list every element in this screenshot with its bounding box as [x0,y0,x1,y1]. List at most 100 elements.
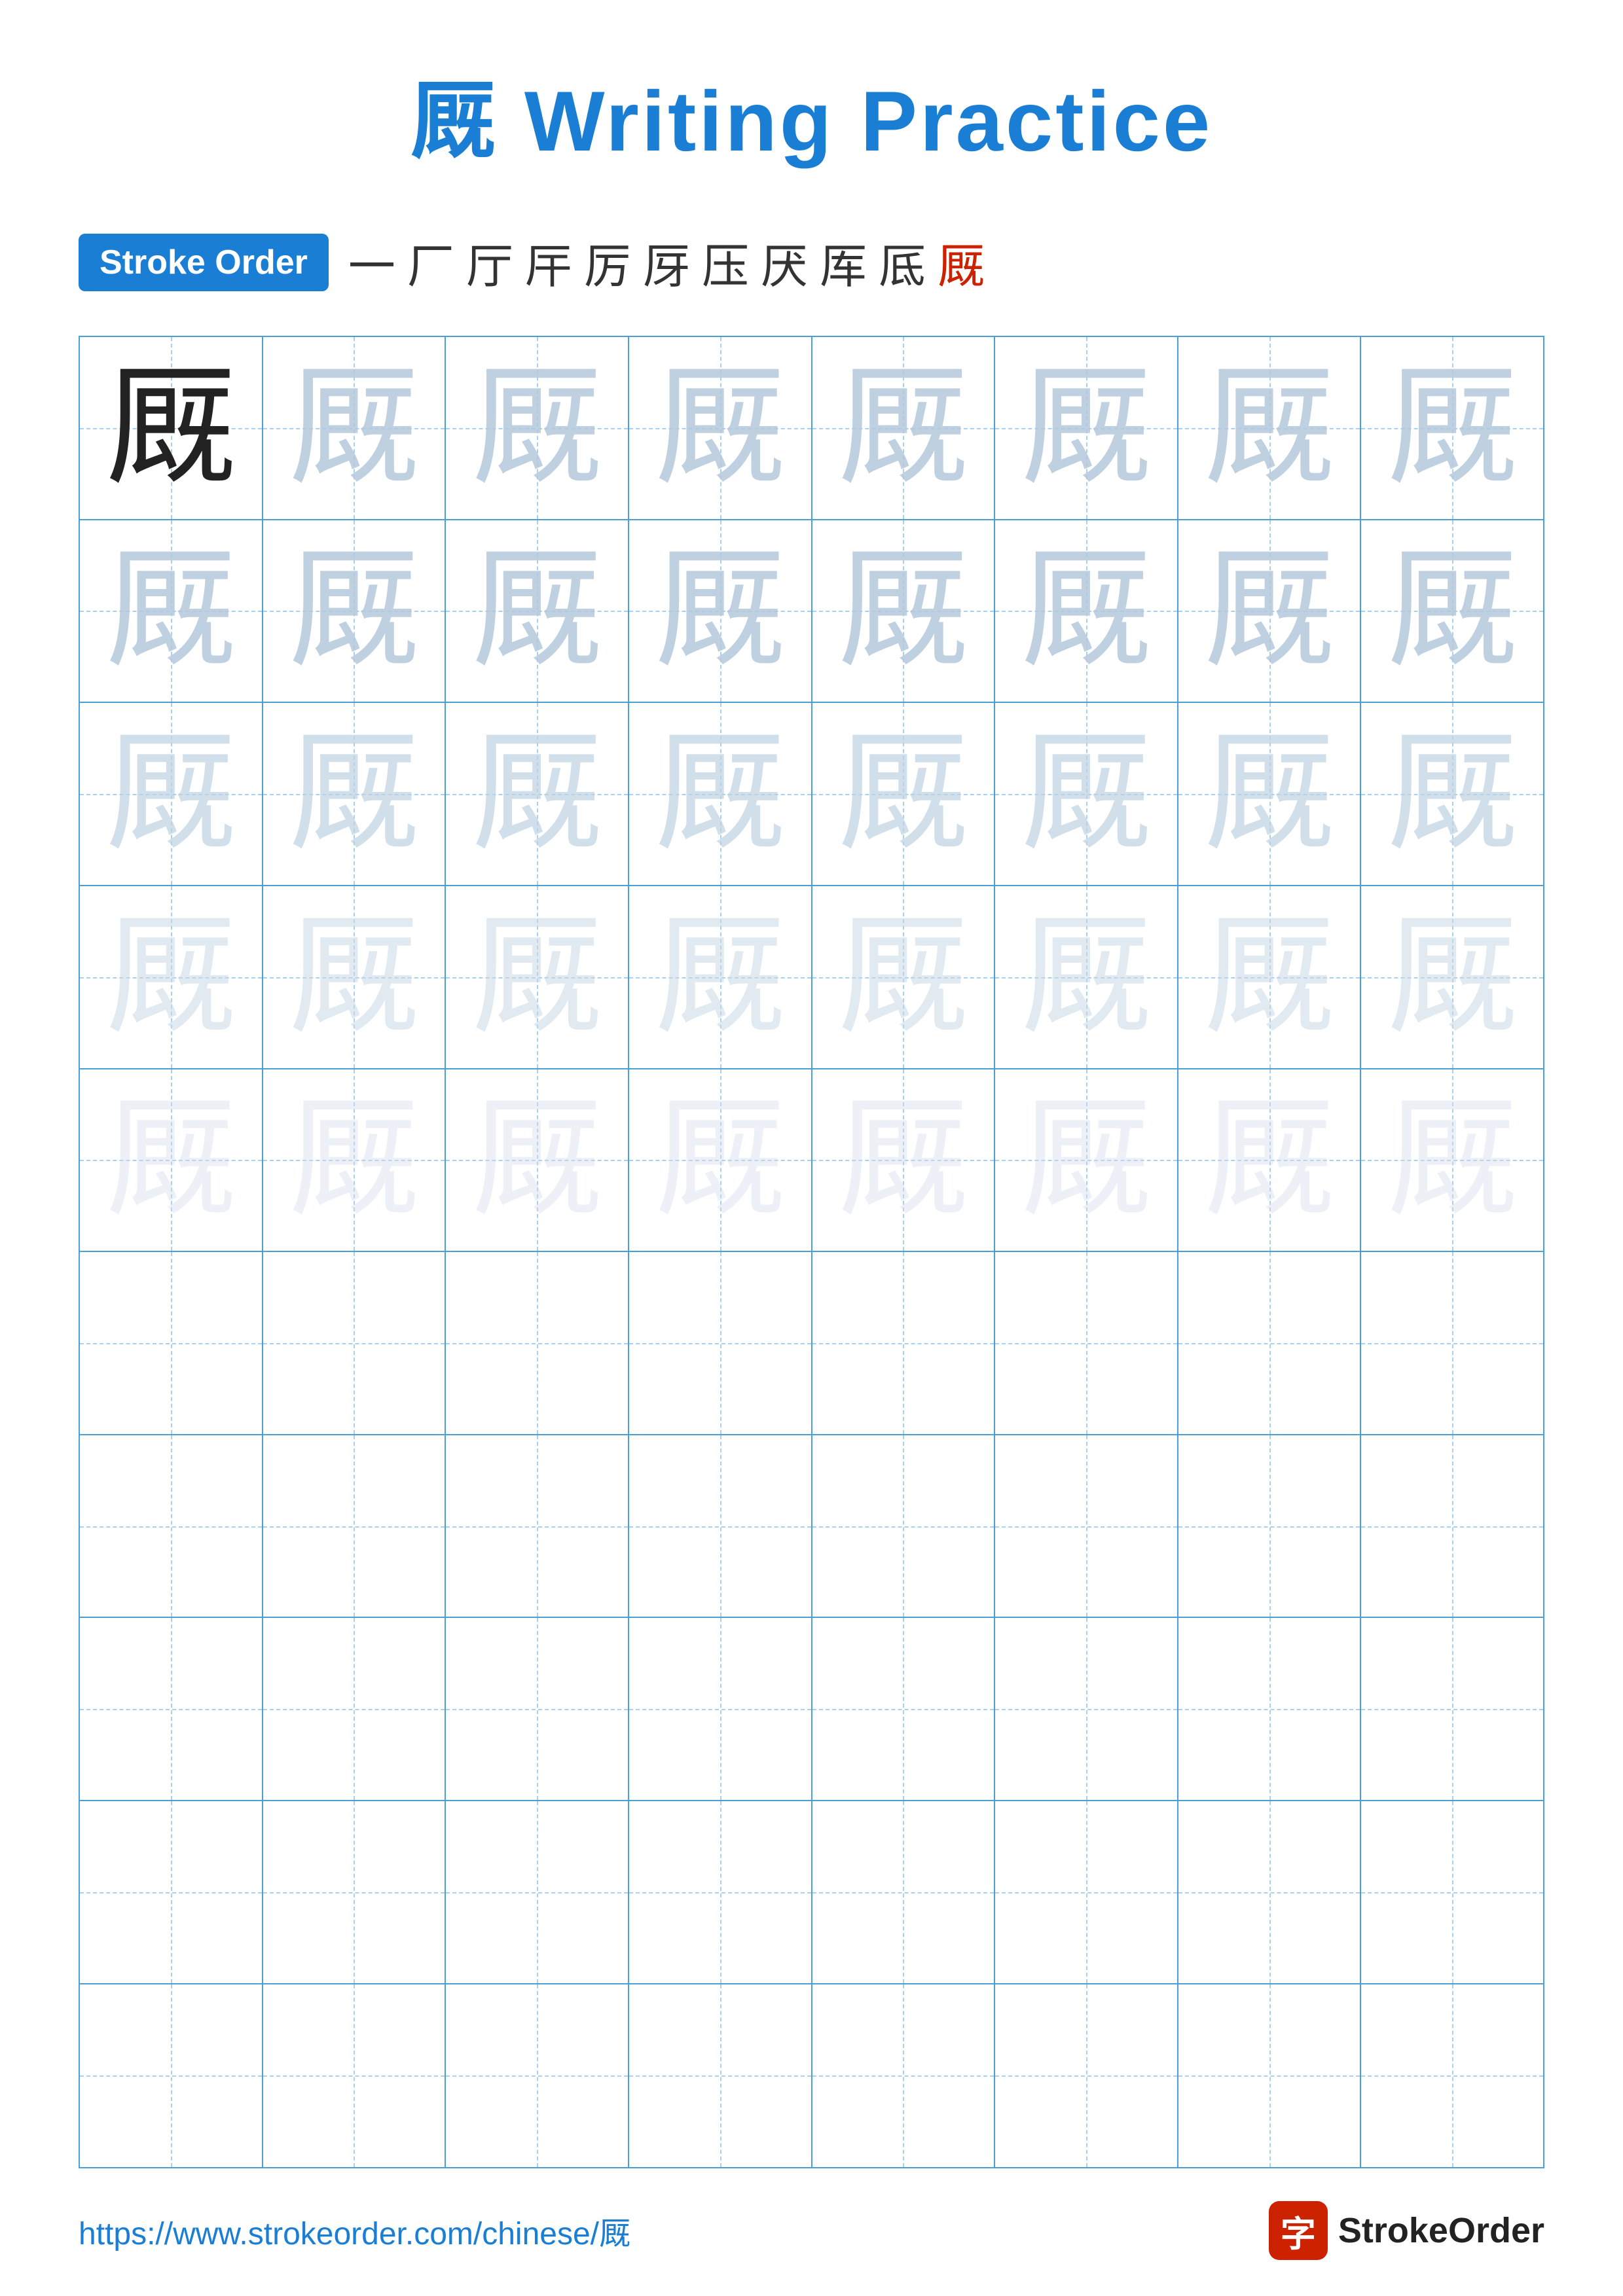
grid-cell[interactable]: 厩 [1178,1069,1362,1253]
grid-cell[interactable]: 厩 [446,886,629,1069]
stroke-3: 厅 [466,228,513,296]
grid-cell[interactable]: 厩 [80,886,263,1069]
grid-cell[interactable] [629,1435,812,1619]
grid-cell[interactable] [446,1252,629,1435]
grid-cell[interactable] [80,1435,263,1619]
grid-cell[interactable]: 厩 [629,1069,812,1253]
grid-cell[interactable] [812,1618,996,1801]
cell-character: 厩 [288,363,419,493]
grid-cell[interactable]: 厩 [446,703,629,886]
grid-cell[interactable] [629,1618,812,1801]
grid-cell[interactable]: 厩 [812,337,996,520]
grid-cell[interactable] [1178,1801,1362,1984]
grid-cell[interactable]: 厩 [1361,703,1543,886]
grid-cell[interactable] [1361,1618,1543,1801]
cell-character: 厩 [471,1094,602,1225]
grid-cell[interactable] [629,1252,812,1435]
grid-cell[interactable]: 厩 [995,1069,1178,1253]
grid-cell[interactable]: 厩 [263,520,447,704]
grid-cell[interactable] [80,1984,263,2168]
grid-cell[interactable]: 厩 [1361,337,1543,520]
cell-character: 厩 [1387,363,1518,493]
grid-cell[interactable] [446,1618,629,1801]
stroke-1: 一 [348,228,395,296]
grid-cell[interactable] [995,1252,1178,1435]
grid-cell[interactable] [1178,1252,1362,1435]
grid-cell[interactable]: 厩 [1178,703,1362,886]
grid-cell[interactable] [446,1435,629,1619]
grid-cell[interactable]: 厩 [629,337,812,520]
grid-cell[interactable] [995,1435,1178,1619]
grid-cell[interactable]: 厩 [1178,337,1362,520]
grid-cell[interactable] [1361,1984,1543,2168]
cell-character: 厩 [105,545,236,676]
cell-character: 厩 [1204,1094,1335,1225]
grid-cell[interactable] [1178,1435,1362,1619]
page-title: 厩 Writing Practice [410,52,1213,175]
grid-cell[interactable]: 厩 [446,337,629,520]
grid-cell[interactable] [629,1984,812,2168]
stroke-8: 厌 [761,228,808,296]
grid-cell[interactable] [995,1801,1178,1984]
cell-character: 厩 [1387,728,1518,859]
grid-cell[interactable]: 厩 [1361,886,1543,1069]
grid-cell[interactable] [812,1984,996,2168]
cell-character: 厩 [288,912,419,1043]
grid-cell[interactable]: 厩 [629,886,812,1069]
cell-character: 厩 [837,912,968,1043]
grid-cell[interactable] [812,1252,996,1435]
grid-cell[interactable]: 厩 [995,520,1178,704]
grid-row: 厩厩厩厩厩厩厩厩 [80,337,1543,520]
grid-cell[interactable]: 厩 [812,703,996,886]
grid-cell[interactable]: 厩 [812,520,996,704]
grid-cell[interactable]: 厩 [995,703,1178,886]
grid-cell[interactable]: 厩 [629,703,812,886]
grid-cell[interactable] [263,1252,447,1435]
grid-cell[interactable] [1178,1618,1362,1801]
grid-cell[interactable]: 厩 [995,886,1178,1069]
grid-cell[interactable] [629,1801,812,1984]
cell-character: 厩 [105,363,236,493]
grid-row: 厩厩厩厩厩厩厩厩 [80,520,1543,704]
grid-cell[interactable] [1178,1984,1362,2168]
grid-row [80,1435,1543,1619]
grid-cell[interactable]: 厩 [1178,520,1362,704]
grid-cell[interactable]: 厩 [263,1069,447,1253]
grid-cell[interactable]: 厩 [446,520,629,704]
grid-cell[interactable] [1361,1801,1543,1984]
grid-cell[interactable]: 厩 [1361,1069,1543,1253]
grid-cell[interactable]: 厩 [1178,886,1362,1069]
grid-cell[interactable]: 厩 [1361,520,1543,704]
grid-cell[interactable] [263,1618,447,1801]
grid-cell[interactable]: 厩 [80,1069,263,1253]
grid-cell[interactable] [1361,1252,1543,1435]
grid-cell[interactable] [263,1984,447,2168]
grid-cell[interactable] [263,1801,447,1984]
cell-character: 厩 [1021,545,1152,676]
grid-cell[interactable] [995,1618,1178,1801]
grid-cell[interactable]: 厩 [263,886,447,1069]
grid-cell[interactable]: 厩 [80,520,263,704]
grid-cell[interactable] [80,1618,263,1801]
grid-cell[interactable]: 厩 [446,1069,629,1253]
grid-row [80,1618,1543,1801]
grid-cell[interactable]: 厩 [812,886,996,1069]
grid-cell[interactable] [80,1252,263,1435]
grid-cell[interactable]: 厩 [263,337,447,520]
grid-cell[interactable] [446,1984,629,2168]
grid-cell[interactable]: 厩 [629,520,812,704]
grid-cell[interactable]: 厩 [80,703,263,886]
grid-cell[interactable] [446,1801,629,1984]
grid-cell[interactable] [812,1801,996,1984]
grid-cell[interactable]: 厩 [80,337,263,520]
grid-cell[interactable] [995,1984,1178,2168]
cell-character: 厩 [471,545,602,676]
grid-row [80,1252,1543,1435]
grid-cell[interactable]: 厩 [263,703,447,886]
grid-cell[interactable]: 厩 [995,337,1178,520]
grid-cell[interactable] [263,1435,447,1619]
grid-cell[interactable] [80,1801,263,1984]
grid-cell[interactable] [812,1435,996,1619]
grid-cell[interactable] [1361,1435,1543,1619]
grid-cell[interactable]: 厩 [812,1069,996,1253]
